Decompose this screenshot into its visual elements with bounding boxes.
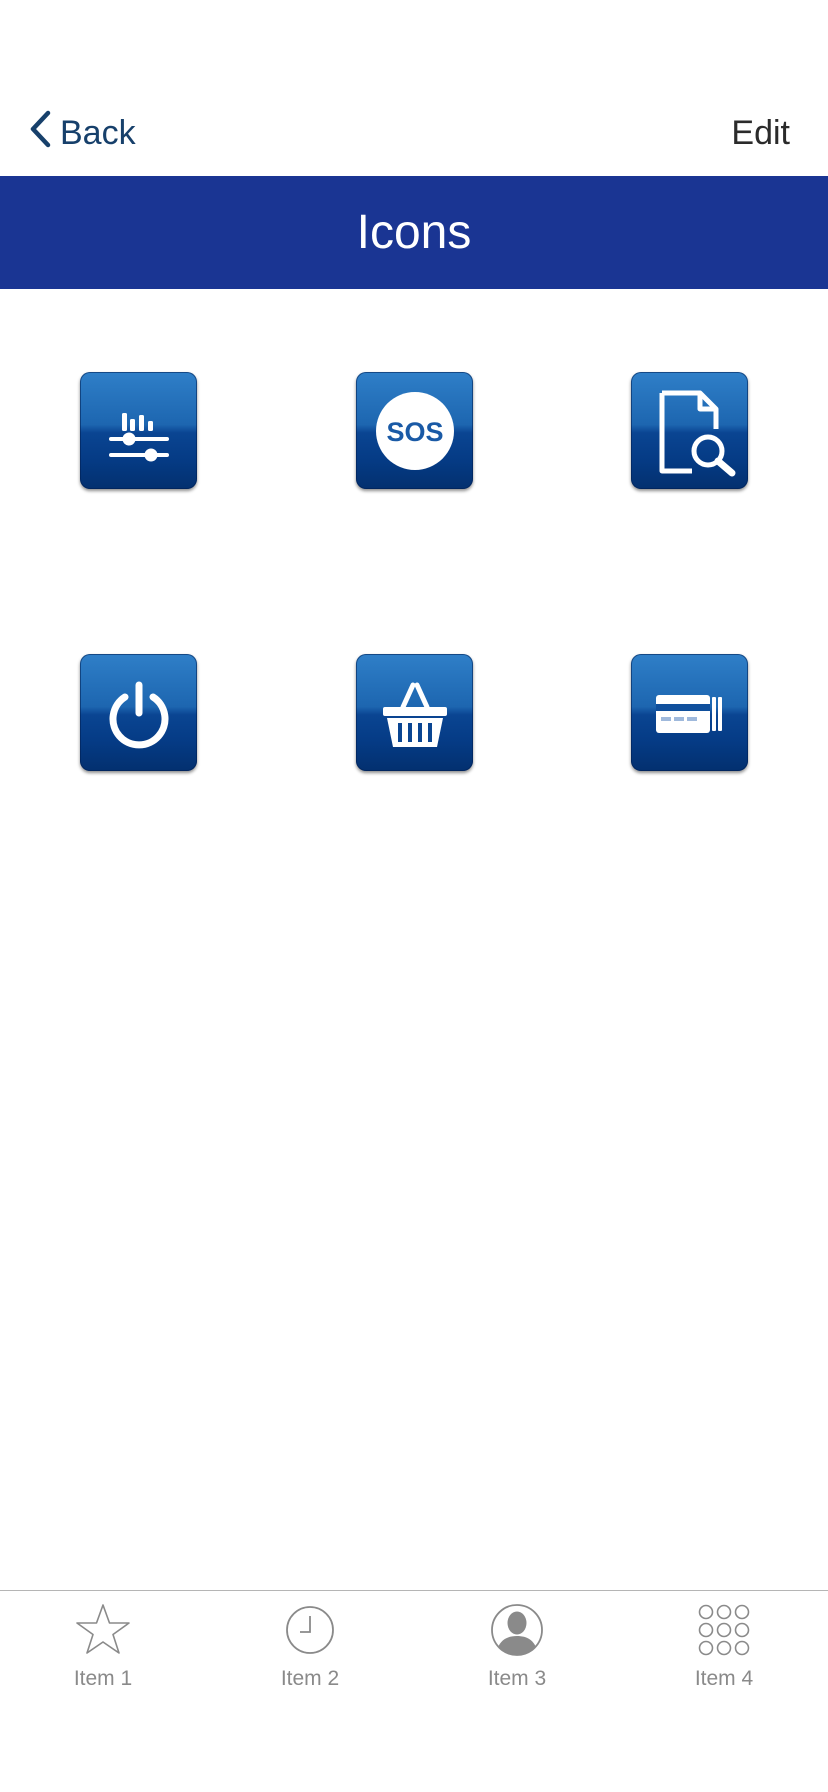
tab-item-1[interactable]: Item 1 <box>33 1601 173 1701</box>
back-label: Back <box>60 113 136 152</box>
tab-label: Item 3 <box>487 1667 547 1690</box>
power-button[interactable] <box>80 654 197 771</box>
person-icon <box>490 1601 544 1659</box>
tab-item-4[interactable]: Item 4 <box>654 1601 794 1701</box>
clock-icon <box>284 1601 336 1659</box>
document-search-icon <box>642 383 738 479</box>
chevron-left-icon <box>28 110 60 157</box>
basket-icon <box>373 671 457 755</box>
document-search-button[interactable] <box>631 372 748 489</box>
equalizer-button[interactable] <box>80 372 197 489</box>
credit-card-button[interactable] <box>631 654 748 771</box>
sos-icon: SOS <box>372 388 458 474</box>
basket-button[interactable] <box>356 654 473 771</box>
title-bar: Icons <box>0 176 828 289</box>
equalizer-icon <box>99 391 179 471</box>
tab-bar: Item 1 Item 2 Item 3 Item 4 <box>0 1590 828 1792</box>
power-icon <box>99 673 179 753</box>
tab-label: Item 2 <box>280 1667 340 1690</box>
edit-button[interactable]: Edit <box>731 112 790 154</box>
tab-label: Item 4 <box>694 1667 754 1690</box>
grid-dots-icon <box>697 1601 751 1659</box>
star-icon <box>74 1601 132 1659</box>
navigation-bar: Back Edit <box>0 90 828 176</box>
back-button[interactable]: Back <box>28 110 136 157</box>
tab-label: Item 1 <box>73 1667 133 1690</box>
screen: Back Edit Icons SOS Item 1 Item 2 Item 3… <box>0 0 828 1792</box>
edit-label: Edit <box>731 113 790 152</box>
tab-item-2[interactable]: Item 2 <box>240 1601 380 1701</box>
sos-button[interactable]: SOS <box>356 372 473 489</box>
credit-card-icon <box>648 671 732 755</box>
page-title: Icons <box>356 206 472 259</box>
sos-text: SOS <box>386 417 443 447</box>
tab-item-3[interactable]: Item 3 <box>447 1601 587 1701</box>
